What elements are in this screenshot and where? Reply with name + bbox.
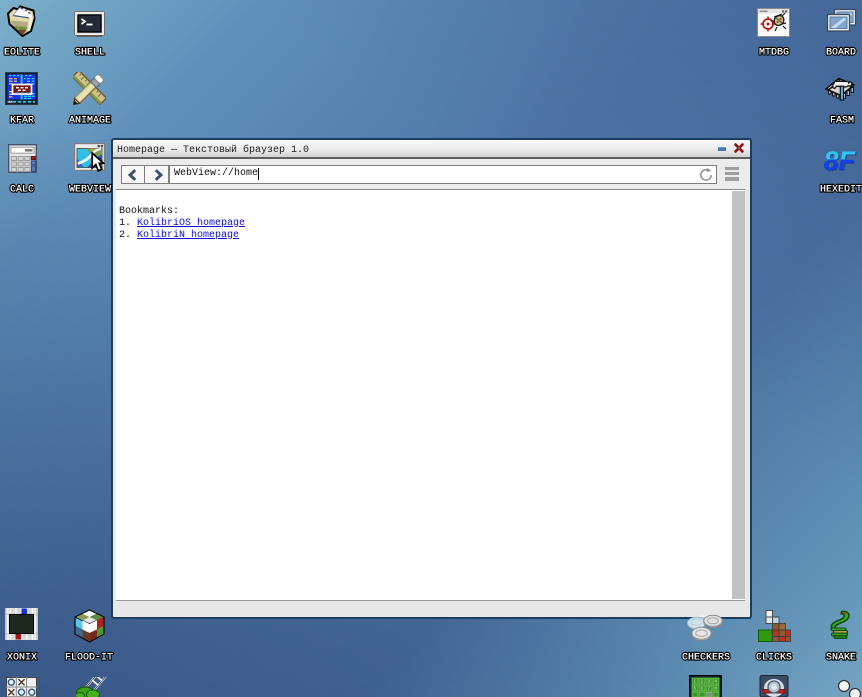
svg-text:CLICKS: CLICKS <box>756 653 792 664</box>
svg-text:EOLITE: EOLITE <box>3 48 39 59</box>
svg-text:CHECKERS: CHECKERS <box>682 653 730 664</box>
svg-text:CALC: CALC <box>9 185 33 196</box>
svg-text:WEBVIEW: WEBVIEW <box>68 185 110 196</box>
svg-text:MTDBG: MTDBG <box>758 48 788 59</box>
svg-text:HEXEDIT: HEXEDIT <box>820 185 862 196</box>
svg-text:ANIMAGE: ANIMAGE <box>68 116 110 127</box>
svg-text:SNAKE: SNAKE <box>826 653 856 664</box>
svg-text:BOARD: BOARD <box>826 48 856 59</box>
svg-text:SHELL: SHELL <box>74 48 104 59</box>
svg-text:KFA: KFA <box>8 100 15 104</box>
svg-text:KFAR: KFAR <box>9 116 33 127</box>
svg-text:XONIX: XONIX <box>6 653 36 664</box>
svg-text:FLOOD-IT: FLOOD-IT <box>65 653 113 664</box>
svg-text:FASM: FASM <box>829 116 853 127</box>
